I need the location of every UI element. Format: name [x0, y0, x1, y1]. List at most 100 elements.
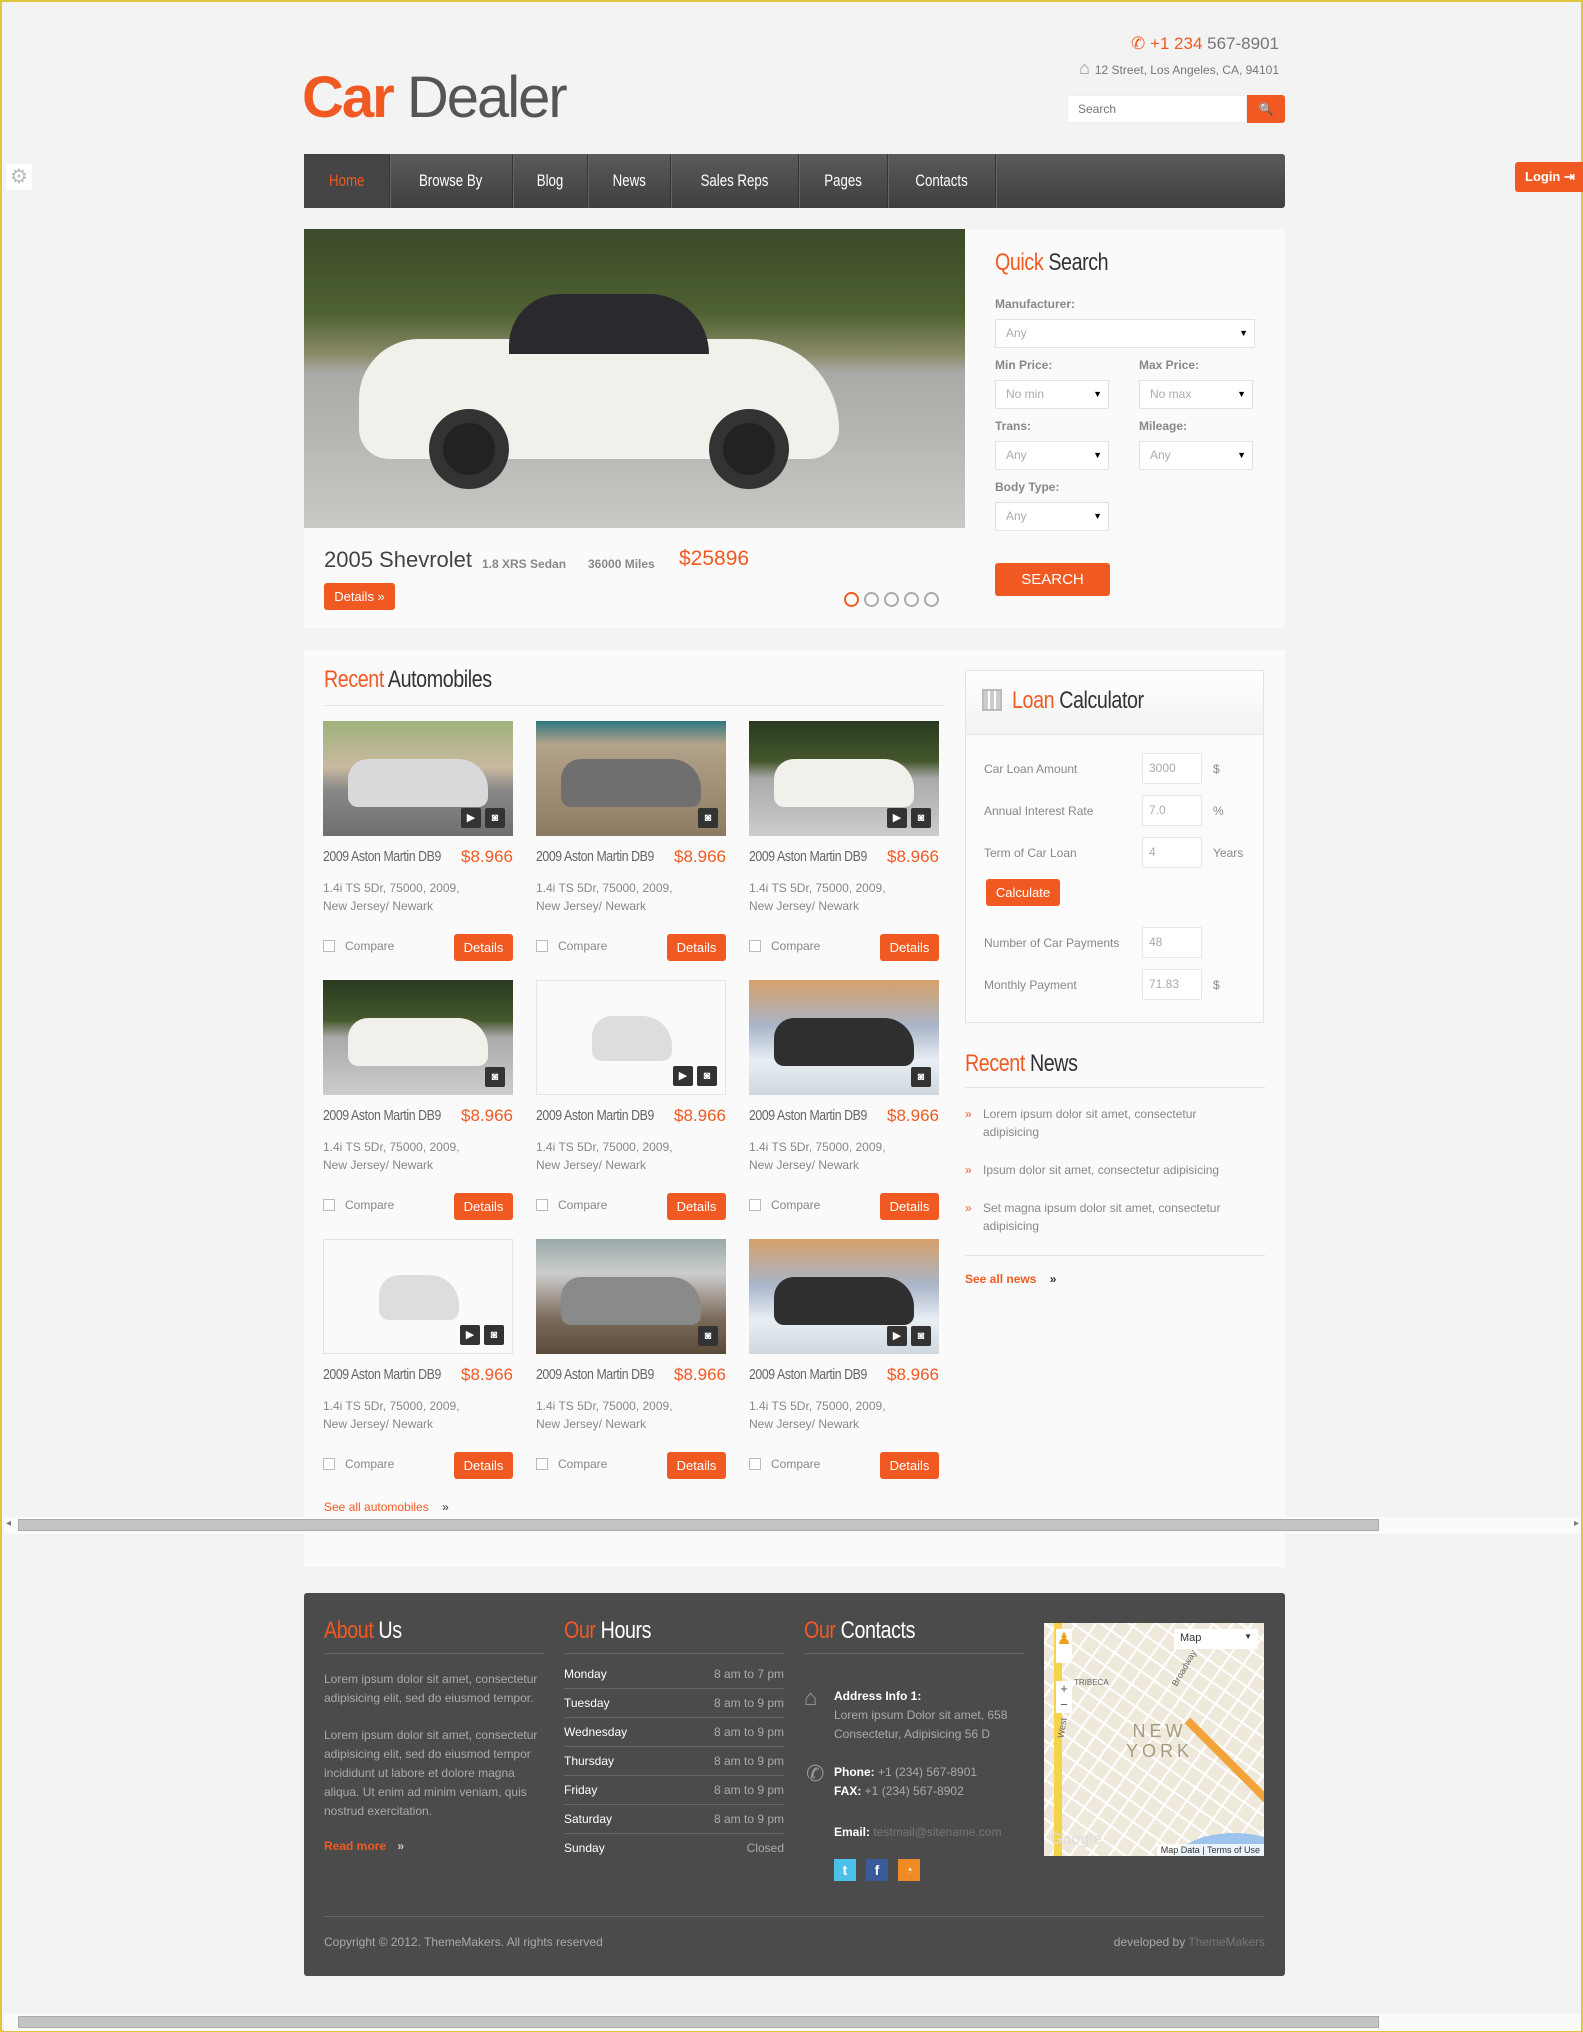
car-details-button[interactable]: Details — [454, 1452, 513, 1479]
car-details-button[interactable]: Details — [880, 1193, 939, 1220]
nav-item[interactable]: Contacts — [888, 154, 997, 208]
quick-search-button[interactable]: SEARCH — [995, 563, 1110, 596]
car-title[interactable]: 2009 Aston Martin DB9 — [536, 1107, 654, 1124]
calculate-button[interactable]: Calculate — [986, 879, 1060, 906]
map-data-link[interactable]: Map Data — [1161, 1845, 1200, 1855]
car-details-button[interactable]: Details — [454, 934, 513, 961]
compare-checkbox[interactable]: Compare — [323, 1198, 394, 1212]
email-link[interactable]: testmail@sitename.com — [870, 1825, 1001, 1839]
car-thumbnail[interactable]: ◙ — [536, 1239, 726, 1354]
compare-checkbox[interactable]: Compare — [323, 1457, 394, 1471]
bottom-horizontal-scrollbar[interactable] — [4, 2014, 1581, 2031]
news-item[interactable]: Ipsum dolor sit amet, consectetur adipis… — [965, 1161, 1255, 1179]
car-details-button[interactable]: Details — [667, 1452, 726, 1479]
loan-amount-input[interactable]: 3000 — [1142, 753, 1202, 784]
manufacturer-select[interactable]: Any — [995, 319, 1255, 348]
compare-checkbox[interactable]: Compare — [536, 1198, 607, 1212]
see-all-automobiles-link[interactable]: See all automobiles » — [324, 1500, 449, 1514]
car-thumbnail[interactable]: ◙ — [323, 980, 513, 1095]
scrollbar-thumb[interactable] — [18, 2016, 1379, 2028]
logo[interactable]: Car Dealer — [302, 64, 568, 131]
zoom-controls[interactable]: + − — [1056, 1681, 1072, 1713]
camera-icon[interactable]: ◙ — [698, 1326, 718, 1346]
facebook-icon[interactable]: f — [866, 1859, 888, 1881]
developer-link[interactable]: ThemeMakers — [1188, 1935, 1265, 1949]
camera-icon[interactable]: ◙ — [697, 1066, 717, 1086]
car-title[interactable]: 2009 Aston Martin DB9 — [749, 1107, 867, 1124]
body-type-select[interactable]: Any — [995, 502, 1109, 531]
play-icon[interactable]: ▶ — [887, 1326, 907, 1346]
news-item[interactable]: Lorem ipsum dolor sit amet, consectetur … — [965, 1105, 1255, 1141]
compare-checkbox[interactable]: Compare — [536, 939, 607, 953]
car-title[interactable]: 2009 Aston Martin DB9 — [749, 848, 867, 865]
trans-select[interactable]: Any — [995, 441, 1109, 470]
camera-icon[interactable]: ◙ — [484, 1325, 504, 1345]
nav-item[interactable]: Browse By — [390, 154, 513, 208]
camera-icon[interactable]: ◙ — [485, 1067, 505, 1087]
min-price-select[interactable]: No min — [995, 380, 1109, 409]
loan-term-input[interactable]: 4 — [1142, 837, 1202, 868]
nav-item[interactable]: Blog — [513, 154, 588, 208]
map[interactable]: Map ▼ ♟ + − TRIBECA Broadway West NEW YORK … — [1044, 1623, 1264, 1856]
camera-icon[interactable]: ◙ — [698, 808, 718, 828]
slide-dot[interactable] — [844, 592, 859, 607]
scrollbar-thumb[interactable] — [18, 1519, 1379, 1531]
camera-icon[interactable]: ◙ — [485, 808, 505, 828]
horizontal-scrollbar[interactable]: ◂ ▸ — [4, 1517, 1581, 1534]
map-type-select[interactable]: Map ▼ — [1174, 1629, 1258, 1649]
play-icon[interactable]: ▶ — [673, 1066, 693, 1086]
car-thumbnail[interactable]: ◙ — [536, 721, 726, 836]
twitter-icon[interactable]: t — [834, 1859, 856, 1881]
car-title[interactable]: 2009 Aston Martin DB9 — [323, 1366, 441, 1383]
slide-dot[interactable] — [884, 592, 899, 607]
mileage-select[interactable]: Any — [1139, 441, 1253, 470]
camera-icon[interactable]: ◙ — [911, 808, 931, 828]
compare-checkbox[interactable]: Compare — [323, 939, 394, 953]
camera-icon[interactable]: ◙ — [911, 1326, 931, 1346]
play-icon[interactable]: ▶ — [460, 1325, 480, 1345]
compare-checkbox[interactable]: Compare — [749, 1457, 820, 1471]
car-title[interactable]: 2009 Aston Martin DB9 — [536, 1366, 654, 1383]
interest-rate-input[interactable]: 7.0 — [1142, 795, 1202, 826]
compare-checkbox[interactable]: Compare — [749, 1198, 820, 1212]
play-icon[interactable]: ▶ — [461, 808, 481, 828]
car-details-button[interactable]: Details — [667, 934, 726, 961]
car-thumbnail[interactable]: ▶ ◙ — [749, 1239, 939, 1354]
nav-item[interactable]: Pages — [799, 154, 889, 208]
car-details-button[interactable]: Details — [667, 1193, 726, 1220]
car-thumbnail[interactable]: ▶ ◙ — [323, 721, 513, 836]
login-button[interactable]: Login ⇥ — [1515, 162, 1583, 192]
pegman-icon[interactable]: ♟ — [1056, 1629, 1072, 1663]
payments-output[interactable]: 48 — [1142, 927, 1202, 958]
car-title[interactable]: 2009 Aston Martin DB9 — [749, 1366, 867, 1383]
rss-icon[interactable]: ◔ — [898, 1859, 920, 1881]
see-all-news-link[interactable]: See all news » — [965, 1272, 1056, 1286]
terms-link[interactable]: Terms of Use — [1207, 1845, 1260, 1855]
nav-item[interactable]: Sales Reps — [671, 154, 800, 208]
car-details-button[interactable]: Details — [880, 934, 939, 961]
car-thumbnail[interactable]: ▶ ◙ — [323, 1239, 513, 1354]
slide-dot[interactable] — [924, 592, 939, 607]
compare-checkbox[interactable]: Compare — [749, 939, 820, 953]
max-price-select[interactable]: No max — [1139, 380, 1253, 409]
car-thumbnail[interactable]: ▶ ◙ — [749, 721, 939, 836]
search-button[interactable]: 🔍 — [1247, 95, 1285, 123]
car-title[interactable]: 2009 Aston Martin DB9 — [323, 1107, 441, 1124]
slide-image[interactable] — [304, 229, 965, 528]
car-title[interactable]: 2009 Aston Martin DB9 — [536, 848, 654, 865]
slide-dot[interactable] — [904, 592, 919, 607]
car-title[interactable]: 2009 Aston Martin DB9 — [323, 848, 441, 865]
slide-dot[interactable] — [864, 592, 879, 607]
car-details-button[interactable]: Details — [880, 1452, 939, 1479]
car-thumbnail[interactable]: ▶ ◙ — [536, 980, 726, 1095]
nav-item[interactable]: Home — [304, 154, 391, 208]
slide-details-button[interactable]: Details » — [324, 583, 395, 610]
read-more-link[interactable]: Read more » — [324, 1839, 544, 1853]
car-thumbnail[interactable]: ◙ — [749, 980, 939, 1095]
compare-checkbox[interactable]: Compare — [536, 1457, 607, 1471]
play-icon[interactable]: ▶ — [887, 808, 907, 828]
news-item[interactable]: Set magna ipsum dolor sit amet, consecte… — [965, 1199, 1255, 1235]
search-input[interactable] — [1067, 95, 1247, 123]
camera-icon[interactable]: ◙ — [911, 1067, 931, 1087]
gear-icon[interactable]: ⚙ — [6, 164, 32, 190]
